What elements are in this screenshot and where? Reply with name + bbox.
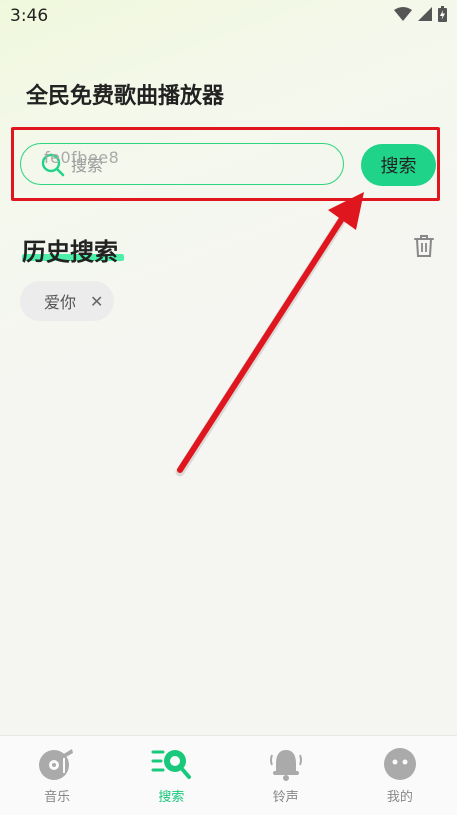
tab-mine[interactable]: 我的 <box>343 736 457 815</box>
tab-label: 铃声 <box>272 790 299 805</box>
tab-label: 搜索 <box>158 790 185 805</box>
tab-label: 音乐 <box>44 790 71 805</box>
music-disc-icon <box>39 749 74 780</box>
annotation-arrow <box>175 192 364 477</box>
tab-search[interactable]: 搜索 <box>114 736 228 815</box>
search-tab-icon <box>151 750 192 779</box>
bell-icon <box>269 750 302 781</box>
tab-label: 我的 <box>386 790 413 805</box>
tab-music[interactable]: 音乐 <box>0 736 114 815</box>
profile-face-icon <box>383 748 416 780</box>
tab-bar: 音乐 搜索 铃声 我的 <box>0 735 457 815</box>
tab-ringtone[interactable]: 铃声 <box>229 736 343 815</box>
